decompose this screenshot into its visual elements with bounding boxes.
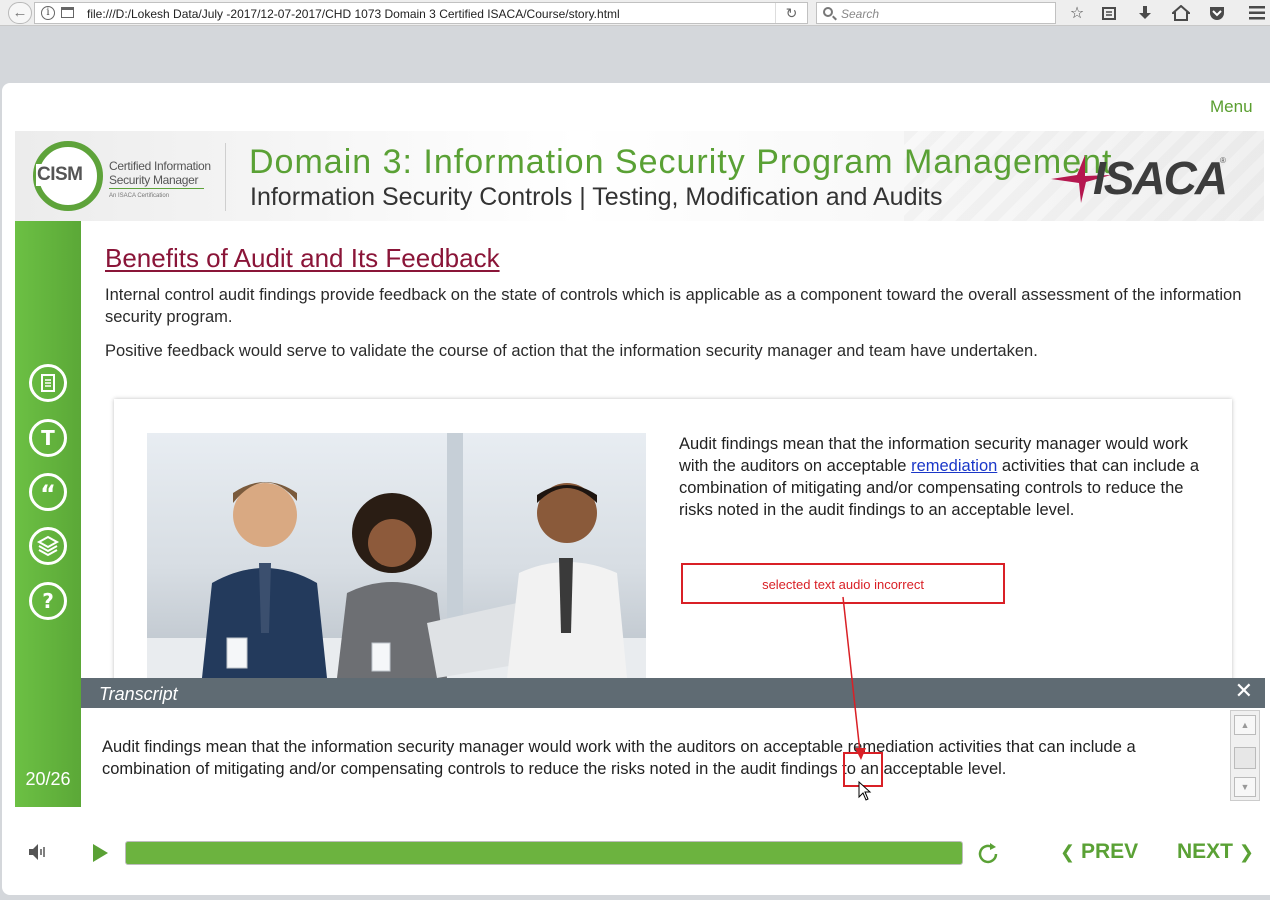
course-header-banner: CISM Certified Information Security Mana… <box>15 131 1264 221</box>
scroll-thumb[interactable] <box>1234 747 1256 769</box>
browser-toolbar: ← i file:///D:/Lokesh Data/July -2017/12… <box>0 0 1270 26</box>
download-icon[interactable] <box>1134 3 1156 23</box>
search-placeholder: Search <box>841 7 880 21</box>
url-text[interactable]: file:///D:/Lokesh Data/July -2017/12-07-… <box>87 7 620 21</box>
home-icon[interactable] <box>1170 3 1192 23</box>
slide-counter: 20/26 <box>25 769 71 789</box>
progress-fill <box>126 842 962 864</box>
bookmark-star-icon[interactable]: ☆ <box>1066 3 1088 23</box>
paragraph-1: Internal control audit findings provide … <box>105 286 1242 326</box>
transcript-scrollbar[interactable]: ▲ ▼ <box>1230 710 1260 801</box>
slide-title: Benefits of Audit and Its Feedback <box>105 243 500 273</box>
quote-icon[interactable]: “ <box>29 473 67 511</box>
notes-icon[interactable] <box>29 364 67 402</box>
progress-bar[interactable] <box>125 841 963 865</box>
pocket-icon[interactable] <box>1206 3 1228 23</box>
scroll-down-icon[interactable]: ▼ <box>1234 777 1256 797</box>
annotation-callout: selected text audio incorrect <box>681 563 1005 604</box>
cism-logo-line1: Certified Information <box>109 159 211 173</box>
menu-link[interactable]: Menu <box>1210 97 1253 117</box>
chevron-right-icon: ❯ <box>1238 842 1254 863</box>
page-icon <box>61 7 74 18</box>
cism-logo-word: CISM <box>36 164 84 186</box>
remediation-link[interactable]: remediation <box>911 457 997 475</box>
reading-list-icon[interactable] <box>1098 3 1120 23</box>
volume-icon[interactable] <box>28 842 50 862</box>
card-text: Audit findings mean that the information… <box>679 435 1200 519</box>
isaca-logo: ISACA <box>1093 152 1228 204</box>
prev-button[interactable]: ❮ PREV <box>1060 840 1138 864</box>
hamburger-menu-icon[interactable] <box>1246 3 1268 23</box>
layers-icon[interactable] <box>29 527 67 565</box>
domain-subtitle: Information Security Controls | Testing,… <box>250 183 943 211</box>
search-icon <box>823 7 833 17</box>
transcript-header: Transcript ✕ <box>81 678 1265 708</box>
play-icon[interactable] <box>93 844 108 862</box>
close-icon[interactable]: ✕ <box>1235 680 1253 704</box>
help-icon[interactable]: ? <box>29 582 67 620</box>
search-input[interactable]: Search <box>816 2 1056 24</box>
transcript-panel: Transcript ✕ Audit findings mean that th… <box>81 678 1265 807</box>
scroll-up-icon[interactable]: ▲ <box>1234 715 1256 735</box>
back-icon[interactable]: ← <box>8 2 32 24</box>
transcript-title: Transcript <box>99 684 178 704</box>
mouse-cursor-icon <box>858 781 872 801</box>
chevron-left-icon: ❮ <box>1060 842 1076 863</box>
paragraph-2: Positive feedback would serve to validat… <box>105 342 1038 360</box>
isaca-registered-mark: ® <box>1220 156 1226 165</box>
sidebar: T “ ? 20/26 <box>15 221 81 807</box>
replay-icon[interactable] <box>976 842 1000 866</box>
header-divider <box>225 143 226 211</box>
next-button[interactable]: NEXT ❯ <box>1177 840 1254 864</box>
url-bar[interactable]: i file:///D:/Lokesh Data/July -2017/12-0… <box>34 2 808 24</box>
info-icon[interactable]: i <box>41 6 55 20</box>
annotation-text: selected text audio incorrect <box>762 577 924 592</box>
reload-icon[interactable]: ↻ <box>775 3 807 23</box>
cism-logo-line2: Security Manager <box>109 173 199 187</box>
transcript-text: Audit findings mean that the information… <box>102 738 1136 778</box>
cism-logo-line3: An ISACA Certification <box>109 193 170 199</box>
domain-title: Domain 3: Information Security Program M… <box>249 143 1113 181</box>
meeting-photo <box>147 433 646 678</box>
text-t-icon[interactable]: T <box>29 419 67 457</box>
